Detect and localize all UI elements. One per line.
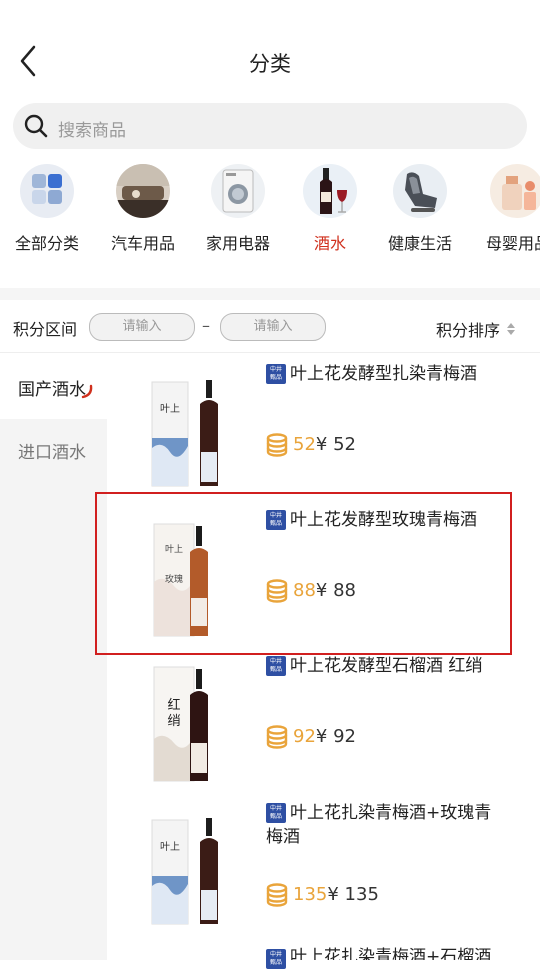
sidebar-item-imported[interactable]: 进口酒水 xyxy=(0,416,107,482)
product-name[interactable]: 叶上花扎染青梅酒+玫瑰青梅酒 xyxy=(266,801,506,849)
price-value: ¥ 135 xyxy=(327,884,379,905)
svg-text:叶上: 叶上 xyxy=(160,403,180,415)
product-image[interactable]: 叶上 xyxy=(150,816,240,926)
search-placeholder: 搜索商品 xyxy=(58,121,126,141)
svg-text:红: 红 xyxy=(167,697,180,713)
baby-products-icon xyxy=(490,164,540,218)
category-all[interactable]: 全部分类 xyxy=(2,164,92,254)
price-value: ¥ 52 xyxy=(315,434,356,455)
svg-text:叶上: 叶上 xyxy=(160,841,180,853)
wine-bottle-icon xyxy=(303,164,357,218)
selected-indicator-icon xyxy=(80,384,94,400)
price-row: 52¥ 52 xyxy=(293,434,356,455)
category-appliances[interactable]: 家用电器 xyxy=(193,164,283,254)
range-separator: – xyxy=(202,316,210,335)
selected-product-highlight xyxy=(95,492,512,655)
coin-icon xyxy=(264,725,290,749)
points-value: 135 xyxy=(293,884,328,905)
category-baby[interactable]: 母婴用品 xyxy=(468,164,540,254)
brand-badge: 中井 甄品 xyxy=(266,364,286,384)
car-interior-icon xyxy=(116,164,170,218)
svg-text:绡: 绡 xyxy=(167,714,180,729)
product-name[interactable]: 叶上花发酵型石榴酒 红绡 xyxy=(290,654,530,678)
category-drinks[interactable]: 酒水 xyxy=(285,164,375,254)
sidebar-item-label: 进口酒水 xyxy=(18,443,86,463)
sidebar-item-label: 国产酒水 xyxy=(18,380,86,400)
category-auto[interactable]: 汽车用品 xyxy=(98,164,188,254)
category-health[interactable]: 健康生活 xyxy=(375,164,465,254)
all-categories-icon xyxy=(20,164,74,218)
product-image[interactable]: 红绡 xyxy=(150,665,240,782)
points-range-label: 积分区间 xyxy=(13,320,78,339)
price-row: 92¥ 92 xyxy=(293,726,356,747)
product-name[interactable]: 叶上花扎染青梅酒+石榴酒 xyxy=(290,945,530,960)
price-row: 135¥ 135 xyxy=(293,884,379,905)
product-image[interactable]: 叶上 xyxy=(150,378,240,488)
sort-arrows-icon xyxy=(506,321,516,335)
points-value: 52 xyxy=(293,434,316,455)
category-label: 全部分类 xyxy=(14,234,79,253)
search-icon xyxy=(24,114,48,138)
massage-chair-icon xyxy=(393,164,447,218)
points-min-input[interactable]: 请输入 xyxy=(89,313,195,341)
points-max-input[interactable]: 请输入 xyxy=(220,313,326,341)
category-label: 母婴用品 xyxy=(486,234,540,253)
category-label: 家用电器 xyxy=(205,234,270,253)
coin-icon xyxy=(264,433,290,457)
section-gap xyxy=(0,288,540,300)
washing-machine-icon xyxy=(211,164,265,218)
category-label: 汽车用品 xyxy=(110,234,175,253)
points-value: 92 xyxy=(293,726,316,747)
brand-badge: 中井 甄品 xyxy=(266,949,286,969)
price-value: ¥ 92 xyxy=(315,726,356,747)
coin-icon xyxy=(264,883,290,907)
brand-badge: 中井 甄品 xyxy=(266,656,286,676)
product-name[interactable]: 叶上花发酵型扎染青梅酒 xyxy=(290,362,530,386)
category-label: 酒水 xyxy=(313,234,346,253)
category-label: 健康生活 xyxy=(387,234,452,253)
page-title: 分类 xyxy=(249,52,291,76)
points-sort-button[interactable]: 积分排序 xyxy=(436,317,500,341)
